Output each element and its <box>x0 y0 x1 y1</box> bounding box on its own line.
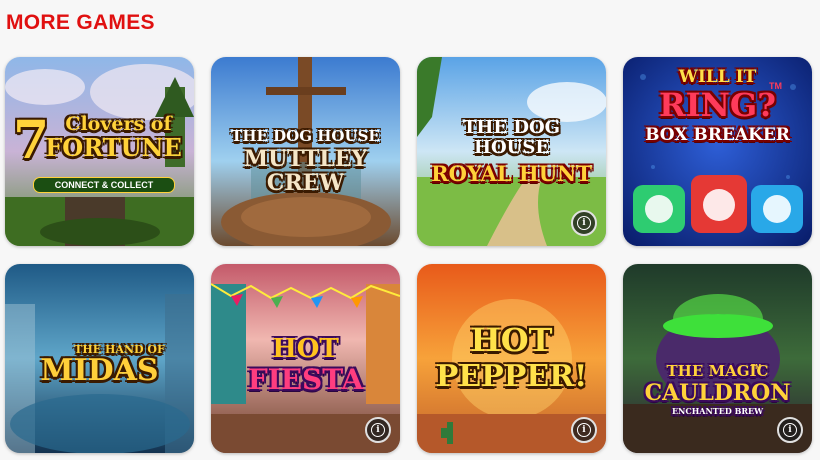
game-logo-title: RING? <box>659 86 776 124</box>
game-logo-title: FORTUNE <box>45 133 182 162</box>
game-logo-line: WILL IT <box>678 67 757 87</box>
game-logo-badge: CONNECT & COLLECT <box>33 177 175 193</box>
game-tile-hand-of-midas[interactable]: THE HAND OF MIDAS <box>5 264 194 453</box>
game-logo-title: CAULDRON <box>644 380 791 406</box>
info-icon: i <box>371 423 385 437</box>
game-logo-title: CREW <box>266 170 345 196</box>
game-logo-title: PEPPER! <box>435 359 588 394</box>
game-tile-magic-cauldron[interactable]: THE MAGIC CAULDRON ENCHANTED BREW TM i <box>623 264 812 453</box>
game-logo-title: HOT <box>470 321 553 359</box>
game-logo-title: MUTTLEY <box>243 146 368 172</box>
game-logo-subtitle: BOX BREAKER <box>645 125 790 145</box>
info-button[interactable]: i <box>777 417 803 443</box>
trademark-label: TM <box>769 81 782 91</box>
game-logo-subtitle: ENCHANTED BREW <box>671 406 764 416</box>
game-logo-line: HOUSE <box>473 137 550 158</box>
game-tile-hot-pepper[interactable]: HOT PEPPER! i <box>417 264 606 453</box>
game-logo-title: MIDAS <box>40 353 159 388</box>
info-button[interactable]: i <box>365 417 391 443</box>
game-logo-title: FIESTA <box>247 363 364 396</box>
section-title: MORE GAMES <box>6 11 155 34</box>
game-logo-line: THE DOG HOUSE <box>231 127 380 145</box>
game-logo-line: THE MAGIC <box>666 362 769 380</box>
game-logo-title: ROYAL HUNT <box>431 161 592 186</box>
info-button[interactable]: i <box>571 210 597 236</box>
game-tile-will-it-ring-box-breaker[interactable]: WILL IT RING? BOX BREAKER TM <box>623 57 812 246</box>
info-button[interactable]: i <box>571 417 597 443</box>
game-tile-dog-house-royal-hunt[interactable]: THE DOG HOUSE ROYAL HUNT i <box>417 57 606 246</box>
game-logo-line: Clovers of <box>65 113 172 135</box>
info-icon: i <box>783 423 797 437</box>
game-logo-title: HOT <box>272 334 339 364</box>
info-icon: i <box>577 423 591 437</box>
games-grid: 7 Clovers of FORTUNE CONNECT & COLLECT T… <box>5 57 812 453</box>
game-tile-7-clovers-of-fortune[interactable]: 7 Clovers of FORTUNE CONNECT & COLLECT <box>5 57 194 246</box>
trademark-label: TM <box>751 364 762 371</box>
game-tile-dog-house-muttley-crew[interactable]: THE DOG HOUSE MUTTLEY CREW <box>211 57 400 246</box>
game-tile-hot-fiesta[interactable]: HOT FIESTA i <box>211 264 400 453</box>
info-icon: i <box>577 216 591 230</box>
game-logo-number: 7 <box>13 110 50 171</box>
game-logo-line: THE DOG <box>462 117 561 138</box>
